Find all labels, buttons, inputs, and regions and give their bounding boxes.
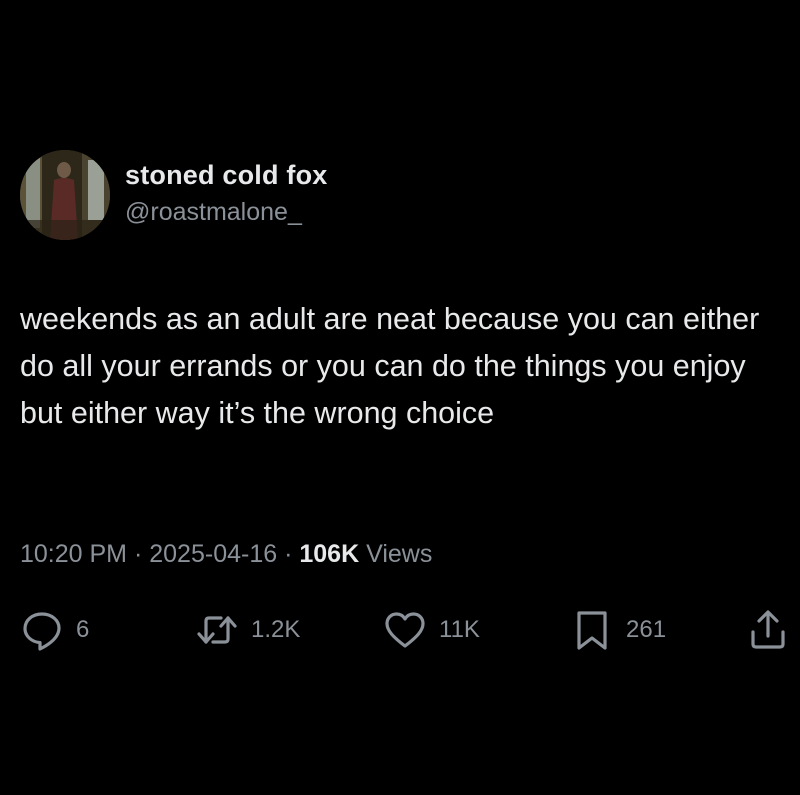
reply-count: 6 [76,616,90,643]
share-icon [748,608,788,652]
repost-icon [195,608,239,652]
avatar[interactable] [20,150,110,240]
tweet-card: stoned cold fox @roastmalone_ weekends a… [0,0,800,795]
display-name[interactable]: stoned cold fox [125,160,328,191]
tweet-meta: 10:20 PM · 2025-04-16 · 106K Views [20,540,432,569]
tweet-time[interactable]: 10:20 PM [20,540,127,568]
like-button[interactable]: 11K [383,608,480,652]
repost-button[interactable]: 1.2K [195,608,300,652]
reply-button[interactable]: 6 [20,608,89,652]
like-count: 11K [439,616,480,643]
share-button[interactable] [748,608,788,652]
bookmark-button[interactable]: 261 [570,608,666,652]
avatar-photo [20,150,110,240]
reply-icon [20,608,64,652]
repost-count: 1.2K [251,616,301,643]
heart-icon [383,608,427,652]
meta-separator: · [284,540,293,568]
user-handle[interactable]: @roastmalone_ [125,198,302,227]
views-count[interactable]: 106K [299,540,359,568]
tweet-text: weekends as an adult are neat because yo… [20,302,760,430]
tweet-date[interactable]: 2025-04-16 [149,540,277,568]
bookmark-icon [570,608,614,652]
bookmark-count: 261 [626,616,667,643]
views-label: Views [366,540,433,568]
action-bar: 6 1.2K 11K 261 [0,600,800,660]
meta-separator: · [133,540,143,568]
